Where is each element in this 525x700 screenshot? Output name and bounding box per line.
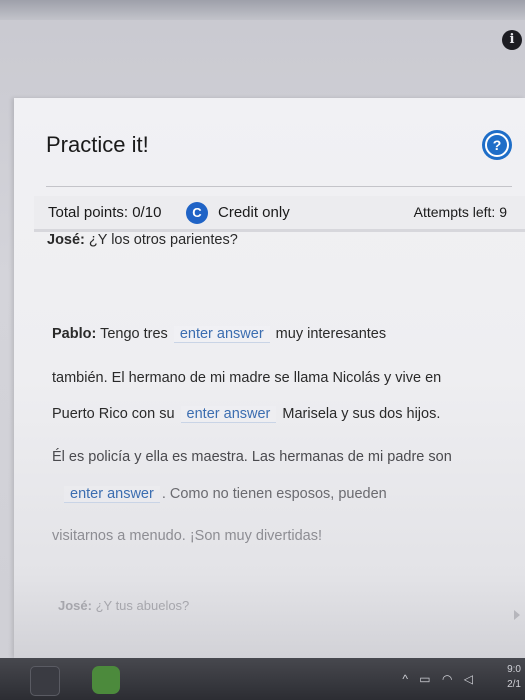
line-text: visitarnos a menudo. ¡Son muy divertidas…: [52, 528, 322, 544]
dialogue-line-6: enter answer. Como no tienen esposos, pu…: [62, 486, 387, 503]
line-text: . Como no tienen esposos, pueden: [161, 486, 387, 502]
speaker-jose: José:: [58, 598, 92, 613]
line-text: también. El hermano de mi madre se llama…: [52, 370, 442, 386]
clock-time: 9:0: [507, 664, 521, 675]
dialogue-line-5: Él es policía y ella es maestra. Las her…: [52, 449, 452, 465]
info-icon[interactable]: i: [502, 30, 522, 50]
credit-only-label: Credit only: [218, 204, 290, 221]
page-title: Practice it!: [46, 132, 149, 157]
divider: [46, 186, 512, 187]
scroll-arrow-icon[interactable]: [514, 610, 520, 620]
points-bar: Total points: 0/10 C Credit only Attempt…: [34, 196, 525, 232]
speaker-pablo: Pablo:: [52, 326, 97, 342]
line-text: ¿Y tus abuelos?: [91, 598, 190, 613]
answer-input-1[interactable]: enter answer: [173, 326, 270, 343]
total-points: Total points: 0/10: [48, 204, 162, 221]
attempts-left: Attempts left: 9: [413, 204, 507, 220]
line-text: muy interesantes: [271, 326, 387, 342]
taskbar: ^ ▭ ◠ ◁ 9:0 2/1: [0, 658, 525, 700]
system-tray-icons[interactable]: ^ ▭ ◠ ◁: [402, 672, 477, 686]
line-text: Él es policía y ella es maestra. Las her…: [52, 449, 452, 465]
taskbar-app-icon[interactable]: [30, 666, 60, 696]
speaker-jose: José:: [47, 232, 85, 248]
dialogue-line-3: también. El hermano de mi madre se llama…: [52, 370, 441, 386]
answer-input-2[interactable]: enter answer: [180, 406, 277, 423]
line-text: Tengo tres: [96, 326, 168, 342]
dialogue-line-1: José: ¿Y los otros parientes?: [47, 232, 238, 248]
taskbar-clock[interactable]: 9:0 2/1: [507, 662, 521, 692]
dialogue-line-8: José: ¿Y tus abuelos?: [58, 598, 189, 613]
taskbar-app-icon[interactable]: [92, 666, 120, 694]
line-text: Puerto Rico con su: [52, 406, 175, 422]
top-browser-strip: [0, 0, 525, 20]
dialogue-line-4: Puerto Rico con su enter answer Marisela…: [52, 406, 440, 423]
credit-badge: C: [186, 202, 208, 224]
answer-input-3[interactable]: enter answer: [64, 486, 160, 503]
line-text: Marisela y sus dos hijos.: [278, 406, 441, 422]
clock-date: 2/1: [507, 679, 521, 690]
line-text: ¿Y los otros parientes?: [84, 232, 238, 248]
dialogue-line-2: Pablo: Tengo tres enter answer muy inter…: [52, 326, 386, 343]
dialogue-line-7: visitarnos a menudo. ¡Son muy divertidas…: [52, 528, 322, 544]
help-icon[interactable]: ?: [482, 130, 512, 160]
